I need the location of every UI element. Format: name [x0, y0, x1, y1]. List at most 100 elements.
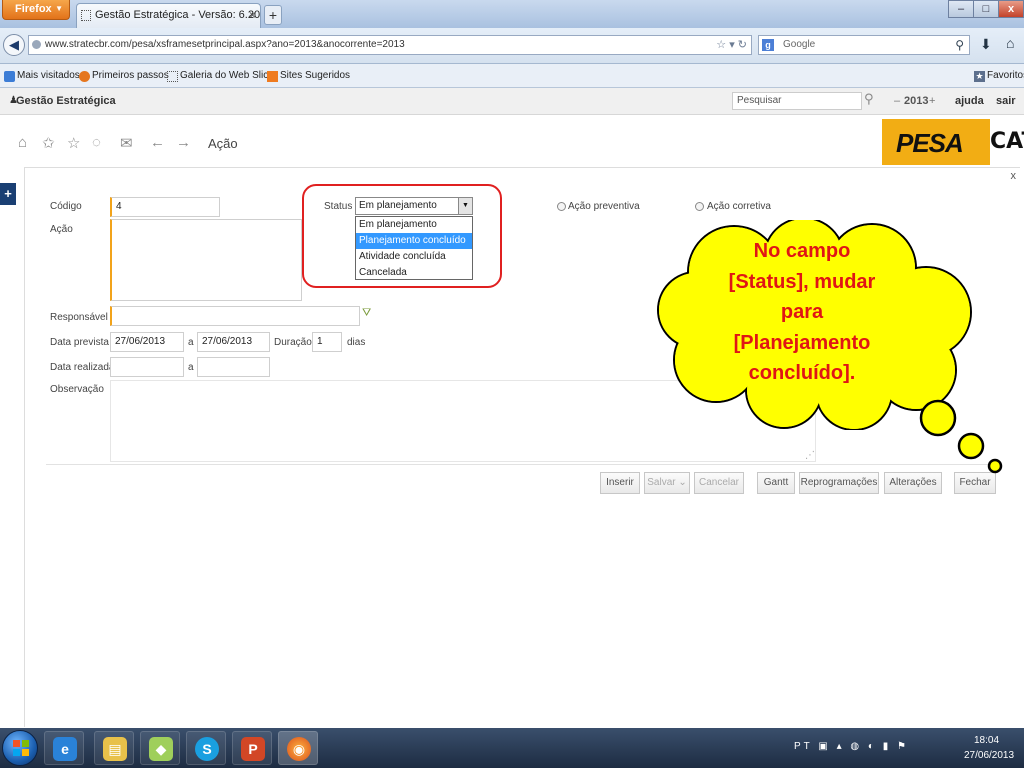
app-title[interactable]: ♟ Gestão Estratégica: [9, 95, 116, 107]
arrow-right-icon[interactable]: →: [176, 134, 191, 151]
help-link[interactable]: ajuda: [955, 95, 984, 107]
thought-bubble-dots: [919, 399, 1003, 474]
address-bar[interactable]: www.stratecbr.com/pesa/xsframesetprincip…: [28, 35, 752, 55]
page-toolbar: ⌂ ✩ ☆ ◌ ✉ ← → Ação PESA CAT: [0, 115, 1024, 167]
duracao-unit: dias: [347, 337, 366, 348]
bookmark-star-icon[interactable]: ☆ ▾ ↻: [716, 36, 747, 54]
chevron-down-icon[interactable]: ⌄: [678, 477, 686, 488]
firefox-icon: ◉: [287, 737, 311, 761]
codigo-input[interactable]: 4: [110, 197, 220, 217]
salvar-label: Salvar: [647, 477, 676, 488]
browser-search-box[interactable]: g Google ⚲: [758, 35, 970, 55]
media-icon: ◆: [149, 737, 173, 761]
windows-logo-icon: [13, 740, 29, 756]
taskbar-skype[interactable]: S: [186, 731, 226, 765]
inserir-button[interactable]: Inserir: [600, 472, 640, 494]
window-minimize-button[interactable]: –: [948, 0, 974, 18]
codigo-label: Código: [50, 201, 82, 212]
browser-navbar: ◀ www.stratecbr.com/pesa/xsframesetprinc…: [0, 28, 1024, 64]
cancelar-button[interactable]: Cancelar: [694, 472, 744, 494]
comment-icon[interactable]: ◌: [92, 134, 101, 151]
year-value: 2013: [904, 95, 929, 107]
close-tab-icon[interactable]: ×: [249, 4, 256, 26]
responsavel-input[interactable]: [110, 306, 360, 326]
app-search-input[interactable]: Pesquisar: [732, 92, 862, 110]
taskbar-media[interactable]: ◆: [140, 731, 180, 765]
observacao-label: Observação: [50, 384, 104, 395]
callout-line: para: [780, 301, 824, 323]
bookmark-sites-sugeridos[interactable]: Sites Sugeridos: [265, 64, 350, 88]
browser-tab-active[interactable]: Gestão Estratégica - Versão: 6.20.02 - L…: [76, 3, 261, 28]
favorite-add-icon[interactable]: ✩: [42, 134, 55, 152]
taskbar-powerpoint[interactable]: P: [232, 731, 272, 765]
taskbar-internet-explorer[interactable]: e: [44, 731, 84, 765]
data-realizada-start-input[interactable]: [110, 357, 184, 377]
clock-time[interactable]: 18:04: [974, 735, 999, 746]
browser-titlebar: Firefox ▼ Gestão Estratégica - Versão: 6…: [0, 0, 1024, 28]
acao-textarea[interactable]: [110, 219, 302, 301]
bookmark-favoritos[interactable]: ★Favoritos: [972, 64, 1024, 88]
firefox-menu-button[interactable]: Firefox ▼: [2, 0, 70, 20]
filter-icon[interactable]: ⛛: [362, 307, 371, 320]
year-increment-button[interactable]: +: [929, 95, 935, 107]
data-prevista-start-input[interactable]: 27/06/2013: [110, 332, 184, 352]
favorites-star-icon: ★: [974, 71, 985, 82]
system-tray[interactable]: PT ▣ ▴ ◍ ◐ ▮ ⚑: [794, 741, 909, 752]
star-icon[interactable]: ☆: [67, 134, 80, 152]
range-separator: a: [188, 337, 194, 348]
site-identity-icon: [32, 40, 41, 49]
salvar-button[interactable]: Salvar ⌄: [644, 472, 690, 494]
back-arrow-icon[interactable]: ◀: [3, 34, 25, 56]
app-header: ♟ Gestão Estratégica Pesquisar ⚲ – 2013 …: [0, 88, 1024, 115]
user-icon: ♟: [9, 95, 18, 106]
new-tab-button[interactable]: +: [264, 5, 282, 25]
window-close-button[interactable]: x: [998, 0, 1024, 18]
home-icon[interactable]: ⌂: [1006, 35, 1014, 51]
gantt-button[interactable]: Gantt: [757, 472, 795, 494]
powerpoint-icon: P: [241, 737, 265, 761]
bookmark-label: Mais visitados: [17, 70, 80, 81]
taskbar-file-explorer[interactable]: ▤: [94, 731, 134, 765]
resize-handle-icon[interactable]: ⋰: [805, 450, 815, 461]
range-separator: a: [188, 362, 194, 373]
language-indicator: PT: [794, 741, 813, 752]
bookmark-primeiros-passos[interactable]: Primeiros passos: [77, 64, 169, 88]
bookmark-galeria-web-slice[interactable]: Galeria do Web Slice: [165, 64, 274, 88]
taskbar-firefox[interactable]: ◉: [278, 731, 318, 765]
download-arrow-icon[interactable]: ⬇: [980, 36, 992, 53]
window-maximize-button[interactable]: □: [973, 0, 999, 18]
status-highlight-ring: [302, 184, 502, 288]
app-title-label: Gestão Estratégica: [16, 95, 116, 107]
logout-link[interactable]: sair: [996, 95, 1016, 107]
google-icon: g: [762, 39, 774, 51]
acao-corretiva-label: Ação corretiva: [707, 201, 771, 212]
reprogramacoes-button[interactable]: Reprogramações: [799, 472, 879, 494]
brand-cat-text: CAT: [990, 119, 1024, 165]
close-icon[interactable]: x: [1011, 170, 1017, 182]
search-icon[interactable]: ⚲: [955, 36, 964, 54]
clock-date[interactable]: 27/06/2013: [964, 750, 1014, 761]
callout-line: [Planejamento: [733, 331, 871, 354]
side-panel-toggle-button[interactable]: +: [0, 183, 16, 205]
data-realizada-label: Data realizada: [50, 362, 115, 373]
arrow-left-icon[interactable]: ←: [150, 134, 165, 151]
brand-pesa-text: PESA: [896, 128, 964, 158]
callout-text: No campo [Status], mudar para [Planejame…: [712, 236, 892, 389]
skype-icon: S: [195, 737, 219, 761]
duracao-label: Duração: [274, 337, 312, 348]
data-realizada-end-input[interactable]: [197, 357, 270, 377]
bookmarks-toolbar: Mais visitados Primeiros passos Galeria …: [0, 64, 1024, 88]
bookmark-mais-visitados[interactable]: Mais visitados: [2, 64, 80, 88]
search-placeholder: Google: [783, 39, 816, 50]
start-button[interactable]: [2, 730, 38, 766]
data-prevista-end-input[interactable]: 27/06/2013: [197, 332, 270, 352]
home-icon[interactable]: ⌂: [18, 134, 27, 151]
search-icon[interactable]: ⚲: [864, 91, 874, 107]
mail-icon[interactable]: ✉: [120, 134, 133, 152]
bookmark-label: Galeria do Web Slice: [180, 70, 274, 81]
acao-corretiva-radio[interactable]: [695, 202, 704, 211]
firefox-menu-label: Firefox: [15, 3, 52, 15]
acao-preventiva-radio[interactable]: [557, 202, 566, 211]
year-decrement-button[interactable]: –: [894, 95, 900, 107]
duracao-input[interactable]: 1: [312, 332, 342, 352]
